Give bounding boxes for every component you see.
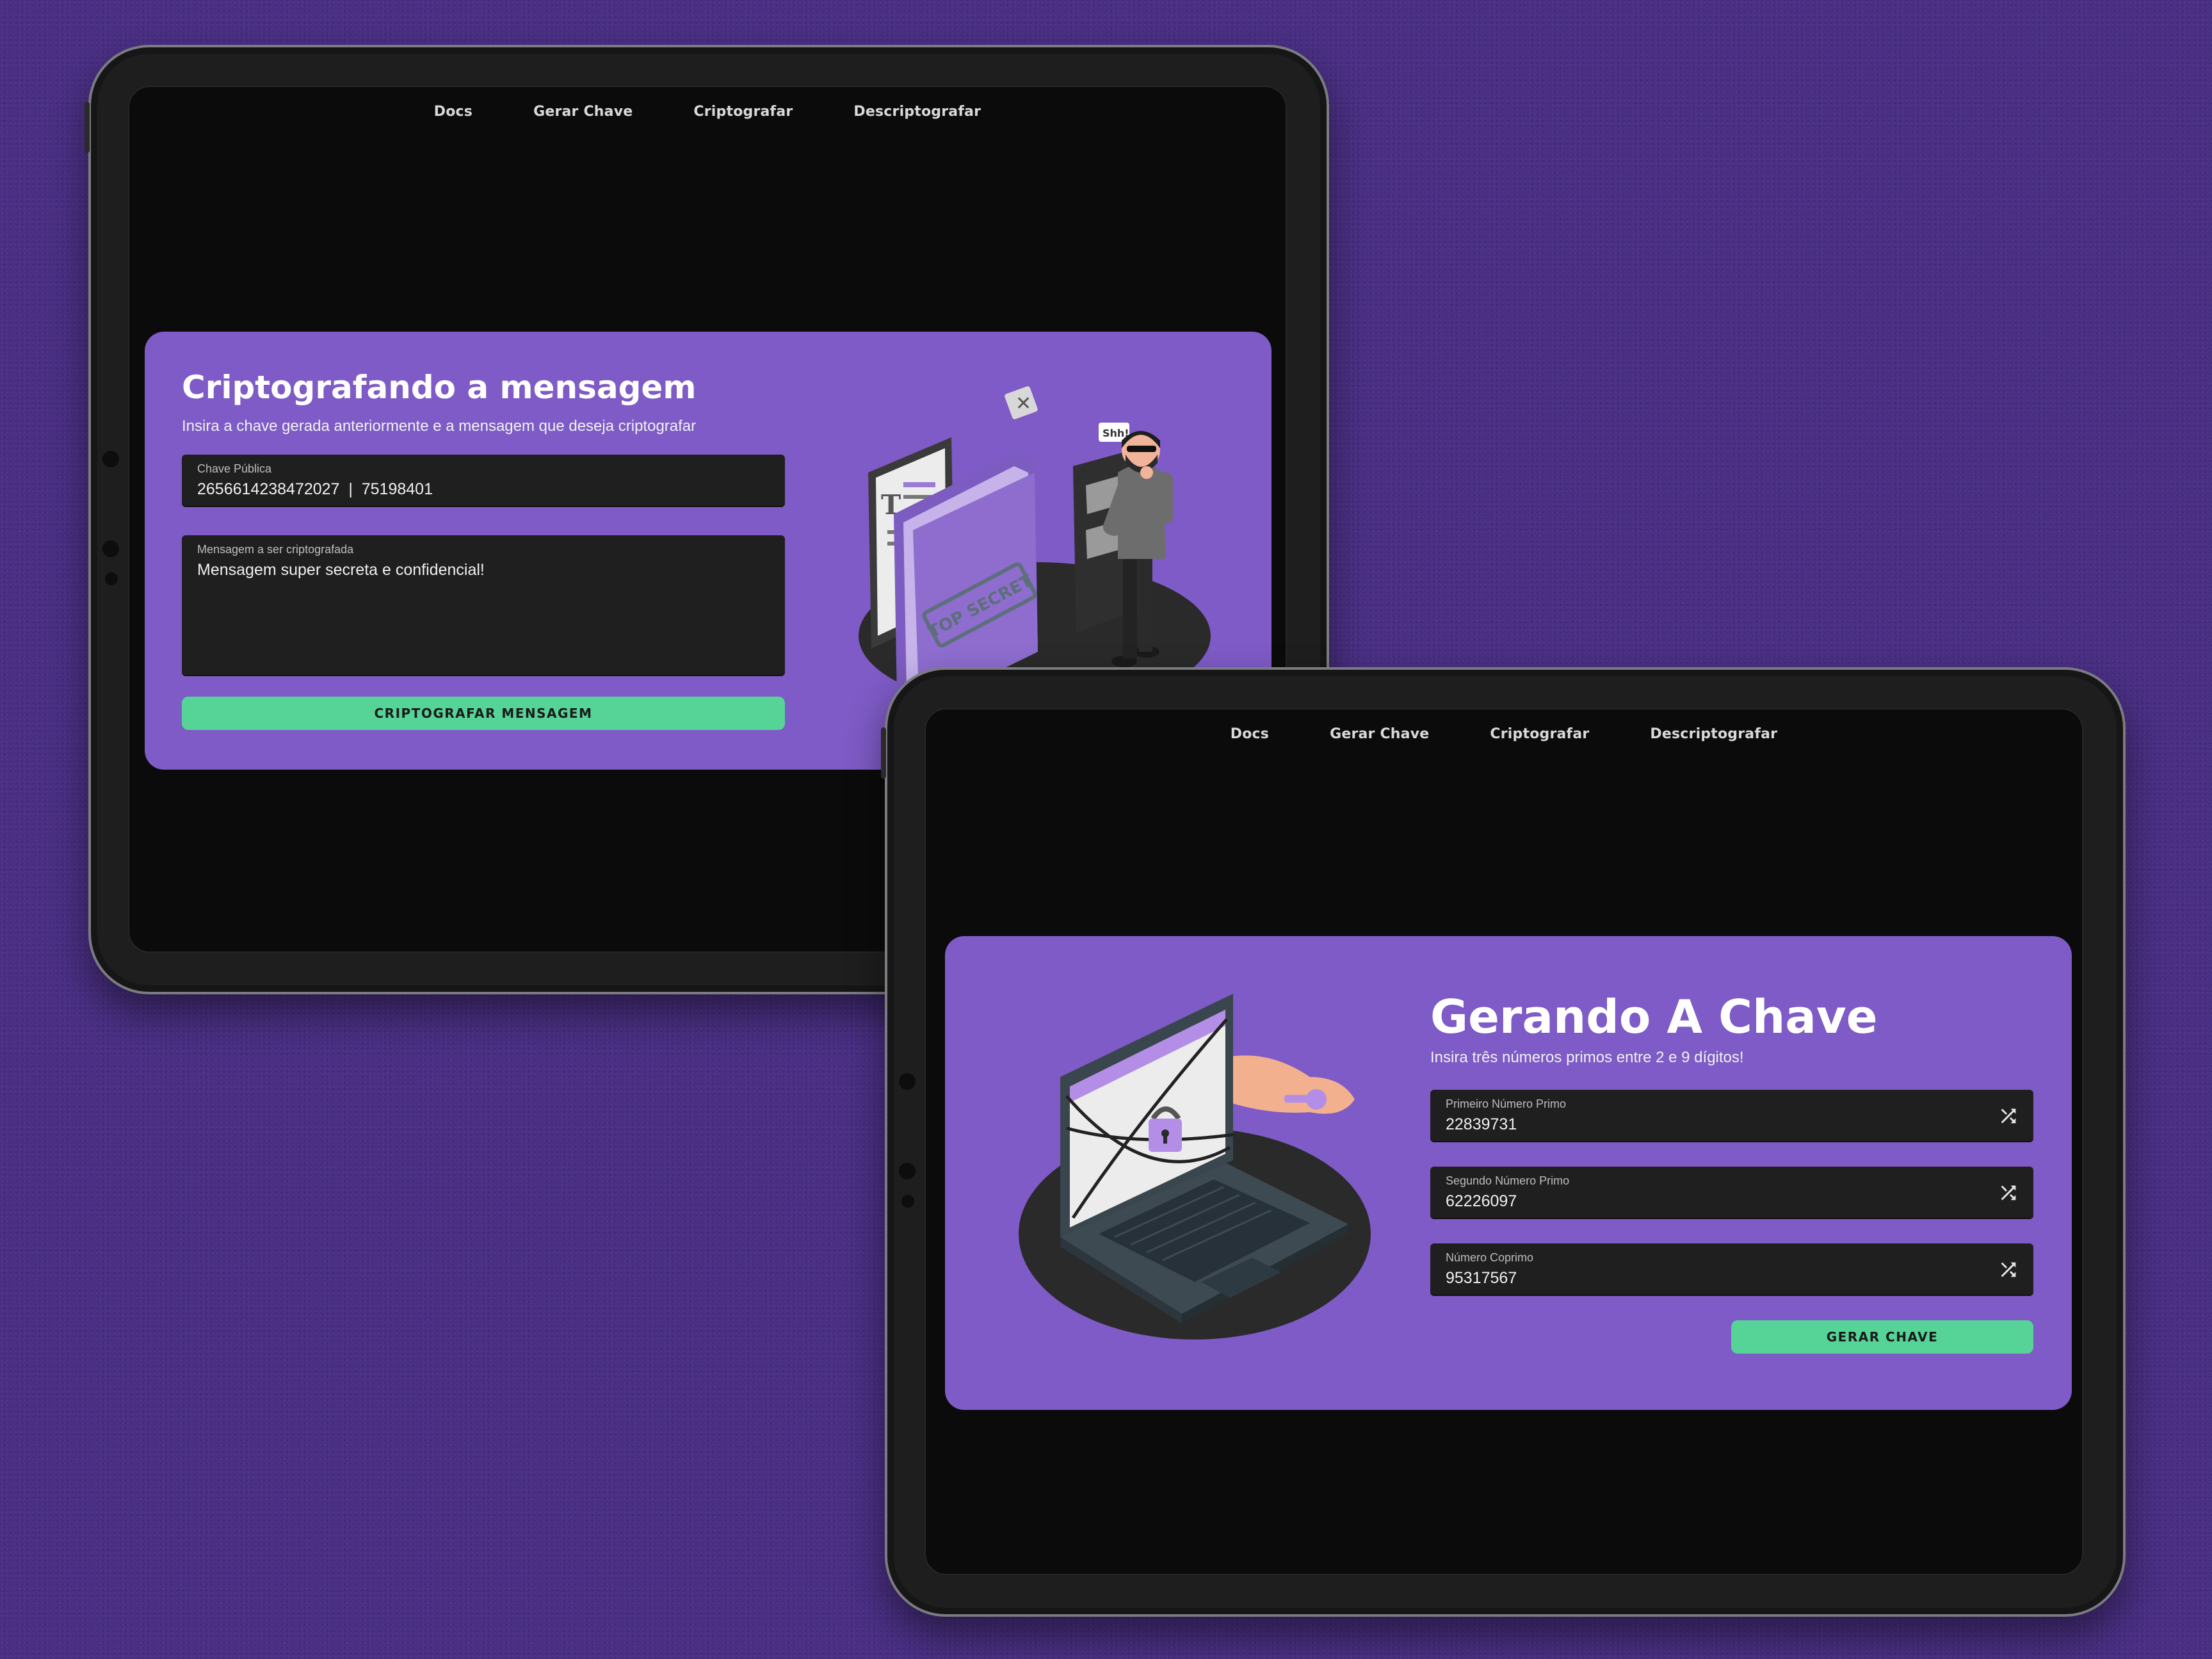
second-prime-label: Segundo Número Primo [1446,1174,1570,1187]
message-label: Mensagem a ser criptografada [197,543,354,556]
tablet-keygen: Docs Gerar Chave Criptografar Descriptog… [881,667,2126,1617]
encrypt-button[interactable]: CRIPTOGRAFAR MENSAGEM [182,697,785,730]
shuffle-icon[interactable] [1998,1259,2019,1281]
coprime-label: Número Coprimo [1446,1251,1534,1264]
generate-key-button[interactable]: GERAR CHAVE [1731,1320,2033,1354]
message-value: Mensagem super secreta e confidencial! [197,561,485,579]
nav-gerar-chave[interactable]: Gerar Chave [1330,726,1429,742]
page-subtitle: Insira três números primos entre 2 e 9 d… [1430,1049,1744,1066]
camera-dot [105,572,118,585]
second-prime-field[interactable]: Segundo Número Primo 62226097 [1430,1167,2033,1219]
nav-descriptografar[interactable]: Descriptografar [1650,726,1777,742]
first-prime-label: Primeiro Número Primo [1446,1097,1567,1110]
nav-docs[interactable]: Docs [434,104,472,120]
shuffle-icon[interactable] [1998,1105,2019,1127]
camera-dot [899,1073,916,1090]
public-key-label: Chave Pública [197,462,272,475]
first-prime-value: 22839731 [1446,1115,1517,1133]
top-nav: Docs Gerar Chave Criptografar Descriptog… [129,104,1286,120]
keygen-card: Gerando A Chave Insira três números prim… [945,936,2072,1410]
camera-dot [102,540,119,557]
shuffle-icon[interactable] [1998,1182,2019,1204]
public-key-value: 2656614238472027 | 75198401 [197,480,433,498]
second-prime-value: 62226097 [1446,1192,1517,1210]
screen-keygen: Docs Gerar Chave Criptografar Descriptog… [924,708,2083,1575]
secret-agent-illustration: T TOP SECRET ✕ Shh! [859,386,1211,709]
coprime-value: 95317567 [1446,1269,1517,1287]
page-subtitle: Insira a chave gerada anteriormente e a … [182,417,697,435]
coprime-field[interactable]: Número Coprimo 95317567 [1430,1243,2033,1296]
camera-dot [899,1163,916,1179]
volume-button [85,102,90,153]
top-nav: Docs Gerar Chave Criptografar Descriptog… [926,726,2082,742]
page-title: Criptografando a mensagem [182,369,697,406]
public-key-field[interactable]: Chave Pública 2656614238472027 | 7519840… [182,455,785,507]
nav-gerar-chave[interactable]: Gerar Chave [533,104,633,120]
message-textarea[interactable]: Mensagem a ser criptografada Mensagem su… [182,535,785,676]
page-title: Gerando A Chave [1430,990,1878,1044]
nav-criptografar[interactable]: Criptografar [693,104,793,120]
camera-dot [102,451,119,467]
nav-criptografar[interactable]: Criptografar [1490,726,1589,742]
first-prime-field[interactable]: Primeiro Número Primo 22839731 [1430,1090,2033,1142]
locked-laptop-illustration [1019,994,1371,1339]
svg-text:✕: ✕ [1015,392,1031,415]
volume-button [881,727,886,779]
nav-docs[interactable]: Docs [1231,726,1269,742]
camera-dot [901,1195,914,1208]
nav-descriptografar[interactable]: Descriptografar [853,104,981,120]
